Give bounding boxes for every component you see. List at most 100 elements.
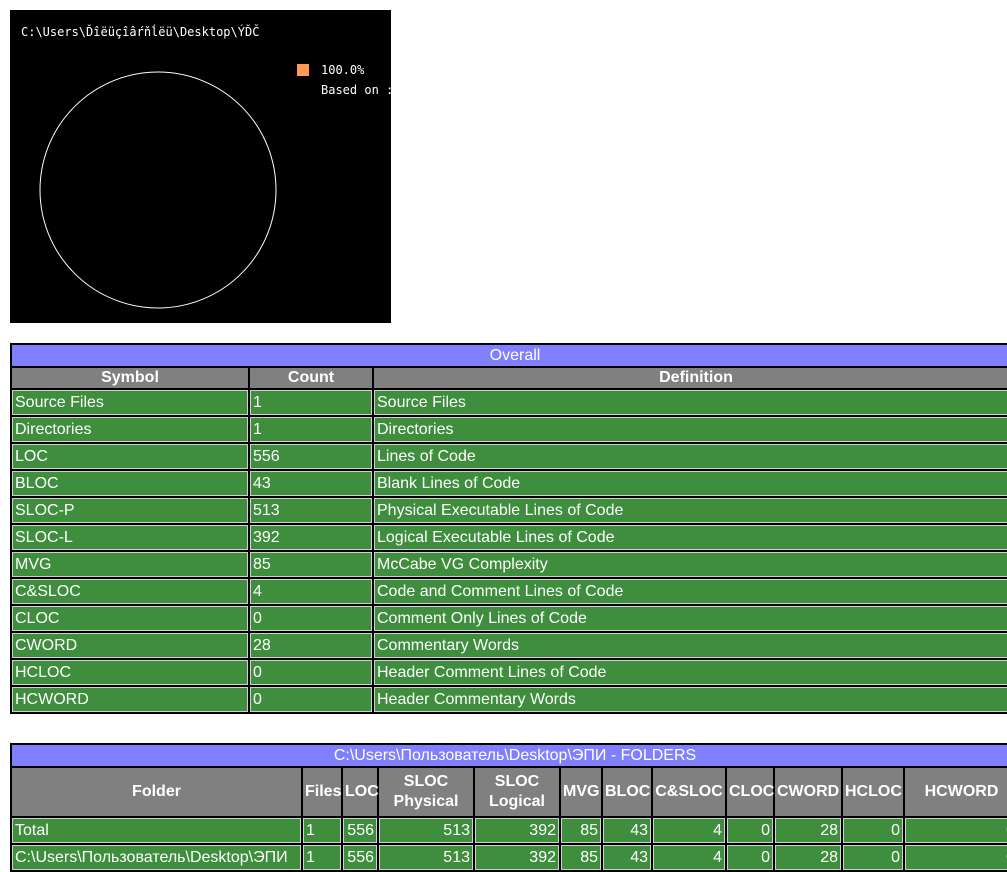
table-row: HCWORD 0 Header Commentary Words bbox=[12, 687, 1007, 712]
cell-count: 1 bbox=[250, 390, 372, 415]
cell-count: 0 bbox=[250, 660, 372, 685]
table-row: SLOC-L 392 Logical Executable Lines of Cod… bbox=[12, 525, 1007, 550]
table-row: CLOC 0 Comment Only Lines of Code bbox=[12, 606, 1007, 631]
header-definition: Definition bbox=[374, 368, 1007, 388]
cell-symbol: SLOC-P bbox=[12, 498, 248, 523]
cell-value: 0 bbox=[905, 845, 1007, 870]
cell-definition: Code and Comment Lines of Code bbox=[374, 579, 1007, 604]
folders-header-cell: SLOC Physical bbox=[379, 768, 473, 816]
cell-value: 513 bbox=[379, 818, 473, 843]
folders-header-cell: Files bbox=[303, 768, 341, 816]
table-row: SLOC-P 513 Physical Executable Lines of Co… bbox=[12, 498, 1007, 523]
cell-value: 1 bbox=[303, 845, 341, 870]
folders-header-cell: MVG bbox=[561, 768, 601, 816]
header-label: Logical bbox=[488, 793, 545, 810]
cell-value: 85 bbox=[561, 845, 601, 870]
cell-symbol: Directories bbox=[12, 417, 248, 442]
header-label: BLOC bbox=[605, 783, 651, 800]
table-row: C:\Users\Пользователь\Desktop\ЭПИ 1 556 513… bbox=[12, 845, 1007, 870]
cell-definition: Header Comment Lines of Code bbox=[374, 660, 1007, 685]
cell-value: 4 bbox=[653, 818, 725, 843]
cell-definition: Logical Executable Lines of Code bbox=[374, 525, 1007, 550]
legend-swatch bbox=[297, 64, 309, 76]
cell-value: 0 bbox=[905, 818, 1007, 843]
cell-value: 43 bbox=[603, 818, 651, 843]
header-label: HCLOC bbox=[845, 783, 902, 800]
header-label: HCWORD bbox=[924, 783, 999, 800]
cell-definition: Directories bbox=[374, 417, 1007, 442]
cell-value: 556 bbox=[343, 818, 377, 843]
cell-definition: Header Commentary Words bbox=[374, 687, 1007, 712]
pie-slices bbox=[39, 71, 277, 309]
header-label: C&SLOC bbox=[655, 783, 723, 800]
cell-value: 513 bbox=[379, 845, 473, 870]
cell-value: 28 bbox=[775, 845, 841, 870]
table-row: HCLOC 0 Header Comment Lines of Code bbox=[12, 660, 1007, 685]
table-row: Directories 1 Directories bbox=[12, 417, 1007, 442]
cell-value: 1 bbox=[303, 818, 341, 843]
legend-percent: 100.0% bbox=[321, 63, 365, 77]
cell-definition: Commentary Words bbox=[374, 633, 1007, 658]
header-label: SLOC bbox=[403, 773, 449, 790]
header-label: SLOC bbox=[494, 773, 540, 790]
header-count: Count bbox=[250, 368, 372, 388]
header-label: LOC bbox=[345, 783, 379, 800]
folders-header-row: Folder Files LOC SLOC Physical SLOC Logical MVG… bbox=[12, 768, 1007, 816]
pie-slice bbox=[39, 71, 277, 309]
cell-value: 392 bbox=[475, 818, 559, 843]
folders-caption: C:\Users\Пользователь\Desktop\ЭПИ - FOLD… bbox=[12, 745, 1007, 766]
table-row: C&SLOC 4 Code and Comment Lines of Code bbox=[12, 579, 1007, 604]
cell-value: 0 bbox=[843, 845, 903, 870]
folders-header-cell: CLOC bbox=[727, 768, 775, 816]
legend-note: Based on : bbox=[321, 83, 391, 97]
cell-symbol: C&SLOC bbox=[12, 579, 248, 604]
overall-table: Overall Symbol Count Definition Source F… bbox=[10, 343, 1007, 714]
chart-path-label: C:\Users\Ďîëüçîâŕňĺëü\Desktop\ÝĎČ bbox=[21, 24, 259, 39]
cell-count: 0 bbox=[250, 606, 372, 631]
header-label: Physical bbox=[393, 793, 459, 810]
cell-symbol: CLOC bbox=[12, 606, 248, 631]
table-row: Source Files 1 Source Files bbox=[12, 390, 1007, 415]
cell-symbol: HCLOC bbox=[12, 660, 248, 685]
cell-symbol: HCWORD bbox=[12, 687, 248, 712]
table-row: MVG 85 McCabe VG Complexity bbox=[12, 552, 1007, 577]
table-row: Total15565133928543402800 bbox=[12, 818, 1007, 843]
cell-count: 1 bbox=[250, 417, 372, 442]
header-label: MVG bbox=[563, 783, 600, 800]
cell-count: 43 bbox=[250, 471, 372, 496]
folders-header-cell: LOC bbox=[343, 768, 379, 816]
header-label: Folder bbox=[132, 783, 181, 800]
cell-definition: Lines of Code bbox=[374, 444, 1007, 469]
folders-table: C:\Users\Пользователь\Desktop\ЭПИ - FOLD… bbox=[10, 743, 1007, 872]
cell-folder: Total bbox=[12, 818, 301, 843]
cell-count: 556 bbox=[250, 444, 372, 469]
cell-value: 0 bbox=[727, 845, 773, 870]
cell-count: 513 bbox=[250, 498, 372, 523]
header-label: CLOC bbox=[729, 783, 775, 800]
cell-value: 556 bbox=[343, 845, 377, 870]
cell-symbol: CWORD bbox=[12, 633, 248, 658]
cell-symbol: MVG bbox=[12, 552, 248, 577]
folders-header-cell: HCLOC bbox=[843, 768, 903, 816]
cell-definition: Source Files bbox=[374, 390, 1007, 415]
cell-folder: C:\Users\Пользователь\Desktop\ЭПИ bbox=[12, 845, 301, 870]
table-row: BLOC 43 Blank Lines of Code bbox=[12, 471, 1007, 496]
cell-count: 85 bbox=[250, 552, 372, 577]
cell-definition: Physical Executable Lines of Code bbox=[374, 498, 1007, 523]
cell-symbol: Source Files bbox=[12, 390, 248, 415]
folders-header-cell: HCWORD bbox=[905, 768, 1007, 816]
folders-header-cell: Folder bbox=[12, 768, 301, 816]
header-symbol: Symbol bbox=[12, 368, 248, 388]
overall-body: Source Files 1 Source Files Directories 1 Dir… bbox=[12, 390, 1007, 712]
cell-definition: Blank Lines of Code bbox=[374, 471, 1007, 496]
overall-caption: Overall bbox=[12, 345, 1007, 366]
pie-chart: C:\Users\Ďîëüçîâŕňĺëü\Desktop\ÝĎČ 100.0%… bbox=[21, 24, 391, 309]
table-row: CWORD 28 Commentary Words bbox=[12, 633, 1007, 658]
header-label: Files bbox=[305, 783, 342, 800]
cell-symbol: SLOC-L bbox=[12, 525, 248, 550]
pie-chart-image: C:\Users\Ďîëüçîâŕňĺëü\Desktop\ÝĎČ 100.0%… bbox=[10, 10, 391, 323]
cell-definition: McCabe VG Complexity bbox=[374, 552, 1007, 577]
header-label: CWORD bbox=[777, 783, 840, 800]
cell-count: 0 bbox=[250, 687, 372, 712]
table-row: LOC 556 Lines of Code bbox=[12, 444, 1007, 469]
